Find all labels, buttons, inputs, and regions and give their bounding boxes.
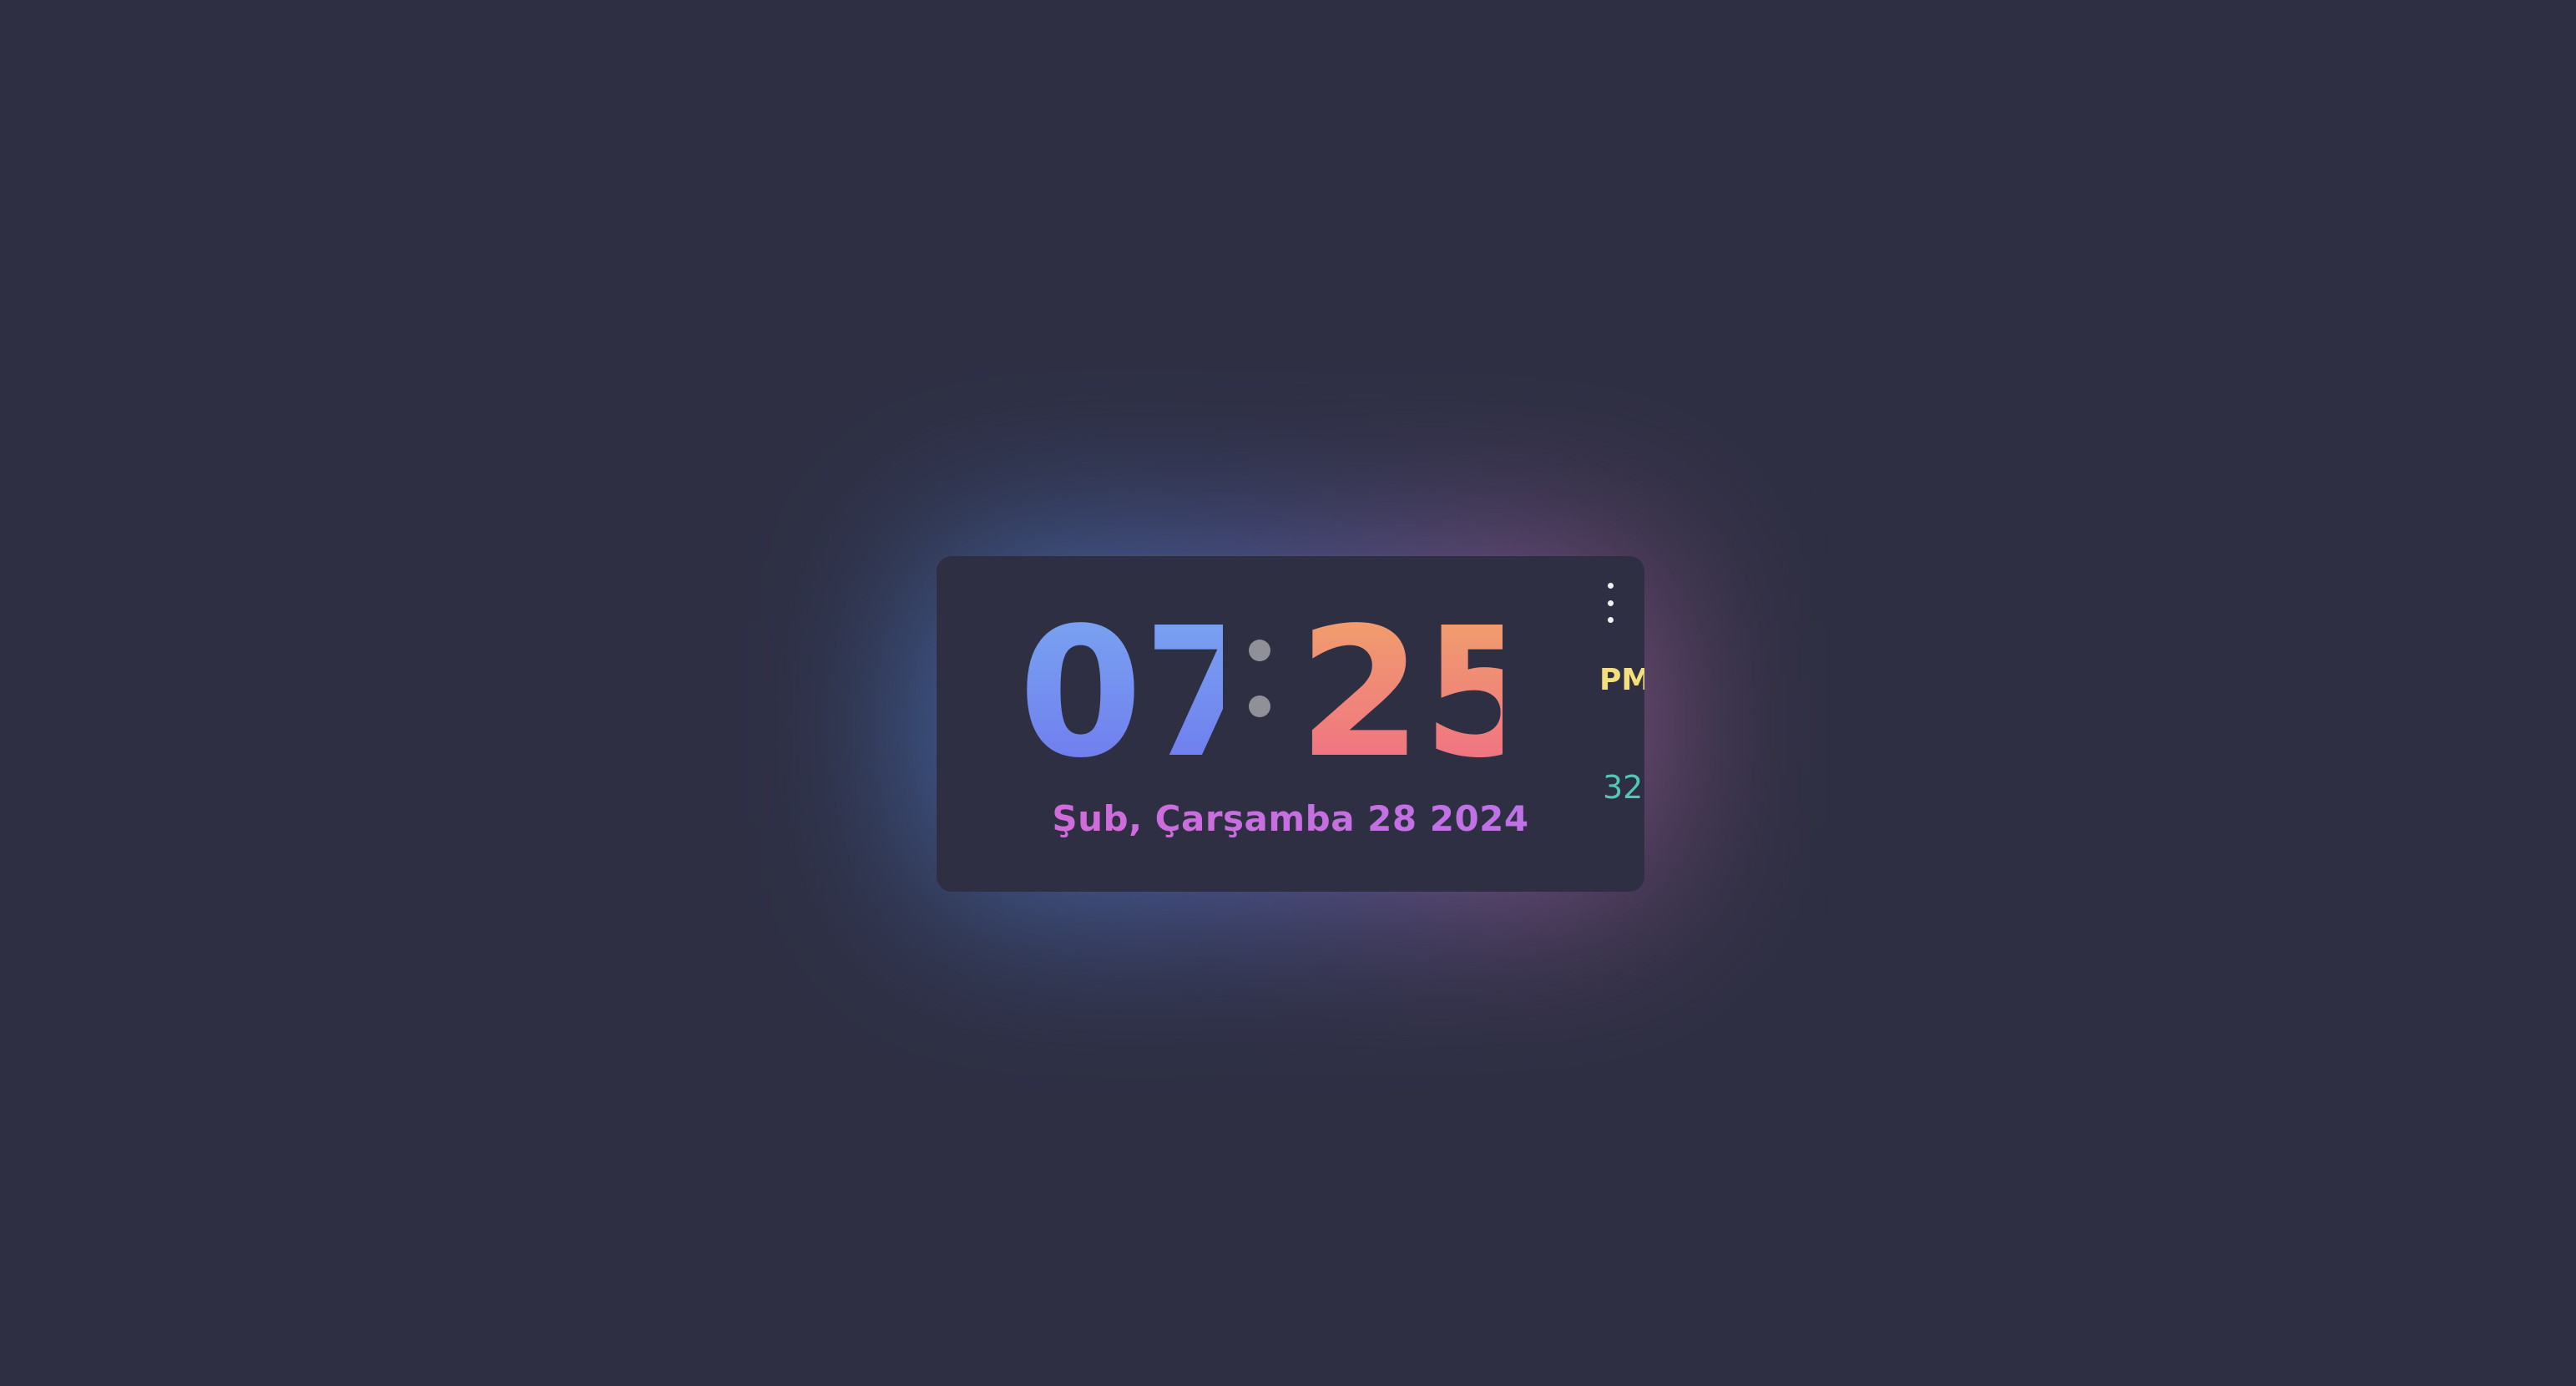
more-vertical-icon [1607, 617, 1614, 623]
time-separator [1244, 640, 1275, 733]
time-display: 07 25 PM 32 [1018, 589, 1644, 805]
colon-dot-top [1249, 640, 1270, 661]
more-options-button[interactable] [1599, 583, 1621, 623]
seconds-value: 32 [1603, 769, 1644, 806]
meridiem-label: PM [1599, 663, 1644, 697]
date-label: Şub, Çarşamba 28 2024 [937, 800, 1644, 838]
more-vertical-icon [1607, 583, 1614, 589]
clock-page: 07 25 PM 32 Şub, Çarşamba 28 2024 [0, 0, 2576, 1386]
more-vertical-icon [1607, 599, 1614, 606]
hours-value: 07 [1018, 589, 1267, 797]
minutes-value: 25 [1298, 589, 1547, 797]
clock-card: 07 25 PM 32 Şub, Çarşamba 28 2024 [937, 556, 1644, 892]
colon-dot-bottom [1249, 696, 1270, 717]
